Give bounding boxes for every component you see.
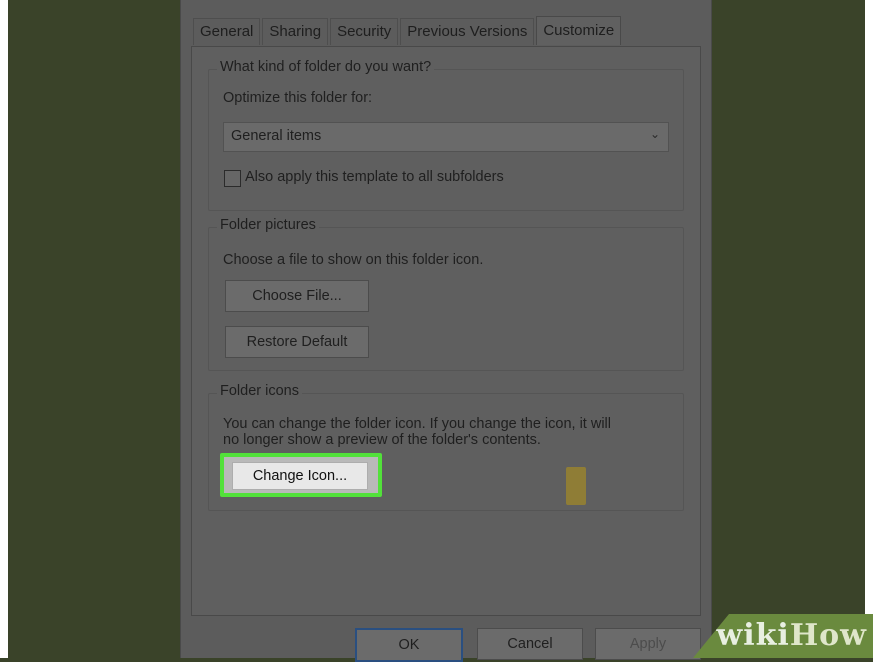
folder-icons-legend: Folder icons <box>217 383 302 399</box>
optimize-select-value: General items <box>231 128 322 144</box>
folder-pictures-description: Choose a file to show on this folder ico… <box>223 252 484 268</box>
customize-panel: What kind of folder do you want? Optimiz… <box>191 46 701 616</box>
apply-subfolders-checkbox[interactable] <box>224 170 241 187</box>
tab-bar: General Sharing Security Previous Versio… <box>193 16 623 46</box>
wikihow-wiki: wiki <box>716 618 790 653</box>
change-icon-button[interactable]: Change Icon... <box>232 462 368 490</box>
apply-button[interactable]: Apply <box>595 628 701 660</box>
folder-icon <box>566 467 586 505</box>
apply-subfolders-label: Also apply this template to all subfolde… <box>245 169 504 185</box>
folder-icons-description-line2: no longer show a preview of the folder's… <box>223 432 541 448</box>
folder-pictures-group: Folder pictures Choose a file to show on… <box>208 217 684 371</box>
wikihow-watermark: wikiHow <box>693 614 873 658</box>
folder-pictures-legend: Folder pictures <box>217 217 319 233</box>
folder-properties-dialog: General Sharing Security Previous Versio… <box>180 0 712 662</box>
optimize-select[interactable]: General items ⌄ <box>223 122 669 152</box>
tab-sharing[interactable]: Sharing <box>262 18 329 45</box>
dialog-footer: OK Cancel Apply <box>181 618 711 662</box>
choose-file-button[interactable]: Choose File... <box>225 280 369 312</box>
ok-button[interactable]: OK <box>355 628 463 662</box>
left-border <box>0 0 8 658</box>
folder-type-group: What kind of folder do you want? Optimiz… <box>208 59 684 211</box>
tab-security[interactable]: Security <box>330 18 399 45</box>
right-border <box>865 0 873 658</box>
tab-general[interactable]: General <box>193 18 261 45</box>
optimize-label: Optimize this folder for: <box>223 90 373 106</box>
folder-icons-description-line1: You can change the folder icon. If you c… <box>223 416 611 432</box>
tab-customize[interactable]: Customize <box>536 16 622 45</box>
wikihow-how: How <box>789 618 867 653</box>
folder-type-legend: What kind of folder do you want? <box>217 59 435 75</box>
restore-default-button[interactable]: Restore Default <box>225 326 369 358</box>
chevron-down-icon: ⌄ <box>649 127 660 141</box>
wikihow-logo: wikiHow <box>716 618 867 653</box>
tab-previous-versions[interactable]: Previous Versions <box>400 18 535 45</box>
change-icon-highlight: Change Icon... <box>220 453 382 497</box>
cancel-button[interactable]: Cancel <box>477 628 583 660</box>
